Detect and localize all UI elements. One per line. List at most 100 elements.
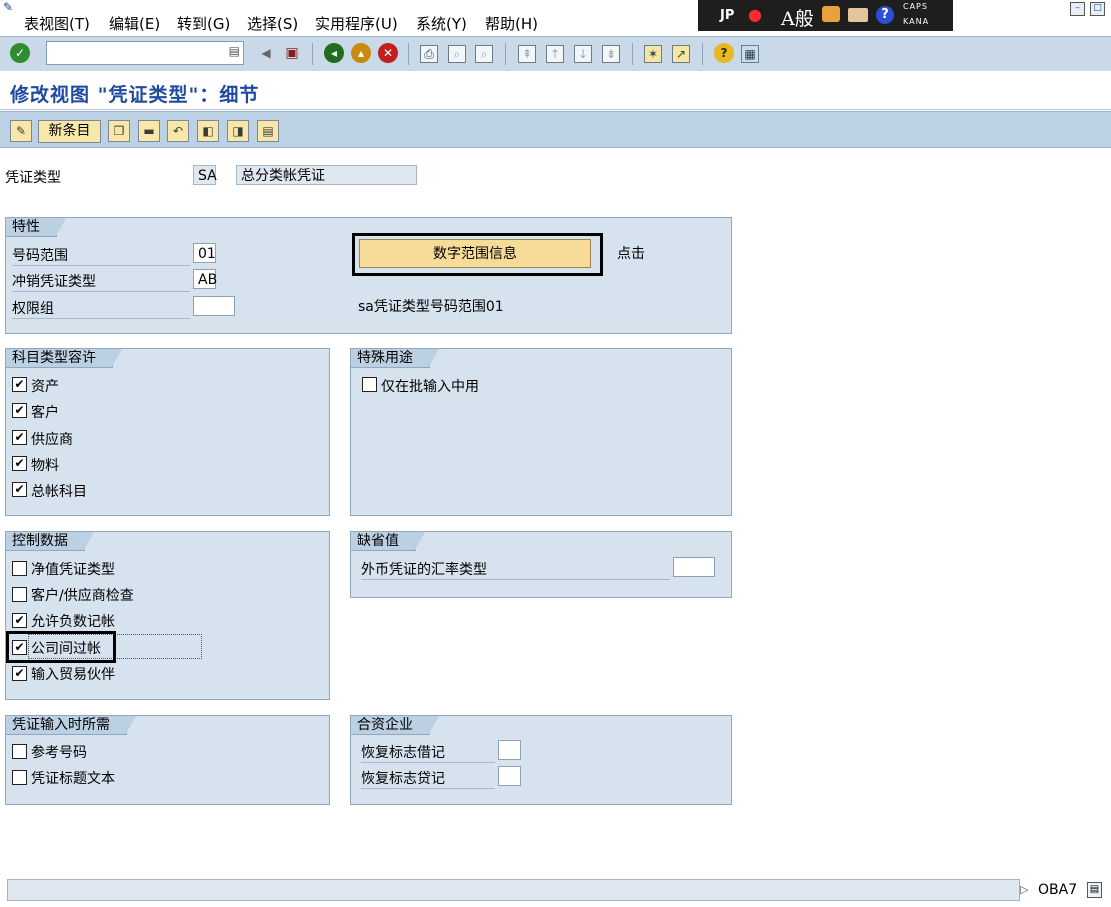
command-history-icon[interactable]: ▤ <box>229 44 240 58</box>
previous-entry-icon[interactable]: ◧ <box>197 120 219 142</box>
negative-postings-checkbox[interactable]: ✔ <box>12 613 27 628</box>
ime-input-mode[interactable]: A般 <box>781 4 814 31</box>
app-menu-icon[interactable]: ✎ <box>3 0 17 14</box>
account-types-group-title: 科目类型容许 <box>6 349 122 368</box>
control-data-group-title: 控制数据 <box>6 532 94 551</box>
material-checkbox[interactable]: ✔ <box>12 456 27 471</box>
required-entry-group-title: 凭证输入时所需 <box>6 716 136 735</box>
negative-postings-label: 允许负数记帐 <box>31 614 115 630</box>
reverse-doc-type-field[interactable]: AB <box>193 269 217 289</box>
net-doc-type-checkbox[interactable] <box>12 561 27 576</box>
recovery-credit-label: 恢复标志贷记 <box>361 768 495 789</box>
menu-table-view[interactable]: 表视图(T) <box>24 13 90 34</box>
previous-page-icon: ↑ <box>546 45 564 63</box>
print-icon[interactable]: ⎙ <box>420 45 438 63</box>
menu-utilities[interactable]: 实用程序(U) <box>315 13 398 34</box>
vendors-checkbox[interactable]: ✔ <box>12 430 27 445</box>
ime-help-icon[interactable]: ? <box>876 6 894 24</box>
exit-icon[interactable]: ▴ <box>351 43 371 63</box>
back-arrow-icon[interactable]: ◀ <box>256 43 276 63</box>
new-entries-button[interactable]: 新条目 <box>38 120 101 143</box>
cancel-icon[interactable]: ✕ <box>378 43 398 63</box>
special-usage-group-title: 特殊用途 <box>351 349 439 368</box>
toolbar-separator <box>312 43 313 65</box>
batch-input-only-label: 仅在批输入中用 <box>381 379 479 395</box>
ime-language[interactable]: JP <box>720 8 734 23</box>
menu-goto[interactable]: 转到(G) <box>177 13 230 34</box>
transaction-code: OBA7 <box>1038 882 1078 898</box>
next-page-icon: ↓ <box>574 45 592 63</box>
cust-vendor-check-checkbox[interactable] <box>12 587 27 602</box>
fx-rate-type-label: 外币凭证的汇率类型 <box>361 559 670 580</box>
application-toolbar: ✎ 新条目 ❐ ▬ ↶ ◧ ◨ ▤ <box>0 111 1111 148</box>
toolbar-separator <box>505 43 506 65</box>
customers-checkbox[interactable]: ✔ <box>12 403 27 418</box>
fx-rate-type-field[interactable] <box>673 557 715 577</box>
recovery-credit-field[interactable] <box>498 766 521 786</box>
toolbar-separator <box>702 43 703 65</box>
kana-indicator: KANA <box>903 17 930 26</box>
undo-change-icon[interactable]: ↶ <box>167 120 189 142</box>
save-icon[interactable]: ▣ <box>282 43 302 63</box>
menu-system[interactable]: 系统(Y) <box>416 13 467 34</box>
standard-toolbar: ✓ ▤ ◀ ▣ ◂ ▴ ✕ ⎙ ⌕ ⌕ ⇞ ↑ ↓ ⇟ ✶ ↗ ? ▦ <box>0 36 1111 72</box>
auth-group-label: 权限组 <box>12 298 190 319</box>
number-range-field[interactable]: 01 <box>193 243 216 263</box>
doc-type-description: 总分类帐凭证 <box>236 165 417 185</box>
gl-account-checkbox[interactable]: ✔ <box>12 482 27 497</box>
menu-edit[interactable]: 编辑(E) <box>109 13 160 34</box>
recovery-debit-field[interactable] <box>498 740 521 760</box>
copy-as-icon[interactable]: ❐ <box>108 120 130 142</box>
header-text-checkbox[interactable] <box>12 770 27 785</box>
find-next-icon: ⌕ <box>475 45 493 63</box>
menu-bar: ✎ 表视图(T) 编辑(E) 转到(G) 选择(S) 实用程序(U) 系统(Y)… <box>0 0 1111 36</box>
default-values-group-title: 缺省值 <box>351 532 425 551</box>
recovery-debit-label: 恢复标志借记 <box>361 742 495 763</box>
toolbar-separator <box>408 43 409 65</box>
reverse-doc-type-label: 冲销凭证类型 <box>12 271 190 292</box>
expand-status-icon[interactable]: ▷ <box>1020 883 1028 896</box>
number-range-annotation: sa凭证类型号码范围01 <box>358 299 504 315</box>
reference-number-checkbox[interactable] <box>12 744 27 759</box>
create-shortcut-icon[interactable]: ↗ <box>672 45 690 63</box>
help-icon[interactable]: ? <box>714 43 734 63</box>
auth-group-field[interactable] <box>193 296 235 316</box>
find-icon: ⌕ <box>448 45 466 63</box>
material-label: 物料 <box>31 458 59 474</box>
gl-account-label: 总帐科目 <box>31 484 87 500</box>
assets-checkbox[interactable]: ✔ <box>12 377 27 392</box>
minimize-icon[interactable]: – <box>1070 2 1085 16</box>
create-session-icon[interactable]: ✶ <box>644 45 662 63</box>
ime-toolbar: JP ● A般 ? CAPS KANA <box>698 0 953 31</box>
ime-dictionary-icon[interactable] <box>848 8 868 22</box>
command-field[interactable]: ▤ <box>46 41 244 65</box>
ime-tool-icon[interactable] <box>822 6 840 22</box>
status-bar <box>7 879 1020 901</box>
title-bar: 修改视图 "凭证类型"：细节 <box>0 71 1111 110</box>
batch-input-only-checkbox[interactable] <box>362 377 377 392</box>
system-info-icon[interactable]: ▤ <box>1087 882 1102 898</box>
back-icon[interactable]: ◂ <box>324 43 344 63</box>
click-note: 点击 <box>617 246 645 262</box>
enter-check-icon[interactable]: ✓ <box>10 43 30 63</box>
assets-label: 资产 <box>31 379 59 395</box>
display-change-icon[interactable]: ✎ <box>10 120 32 142</box>
delete-icon[interactable]: ▬ <box>138 120 160 142</box>
customers-label: 客户 <box>31 405 59 421</box>
maximize-icon[interactable]: □ <box>1090 2 1105 16</box>
ime-pad-icon[interactable]: ● <box>748 5 762 24</box>
header-text-label: 凭证标题文本 <box>31 771 115 787</box>
trading-partner-checkbox[interactable]: ✔ <box>12 666 27 681</box>
menu-help[interactable]: 帮助(H) <box>485 13 538 34</box>
doc-type-label: 凭证类型 <box>5 170 61 186</box>
properties-group-title: 特性 <box>6 218 66 237</box>
doc-type-field: SA <box>193 165 217 185</box>
next-entry-icon[interactable]: ◨ <box>227 120 249 142</box>
menu-selection[interactable]: 选择(S) <box>247 13 298 34</box>
number-range-label: 号码范围 <box>12 245 190 266</box>
net-doc-type-label: 净值凭证类型 <box>31 562 115 578</box>
layout-menu-icon[interactable]: ▦ <box>741 45 759 63</box>
number-range-info-button[interactable]: 数字范围信息 <box>359 239 591 268</box>
transport-icon[interactable]: ▤ <box>257 120 279 142</box>
highlight-box-intercompany <box>6 631 116 663</box>
